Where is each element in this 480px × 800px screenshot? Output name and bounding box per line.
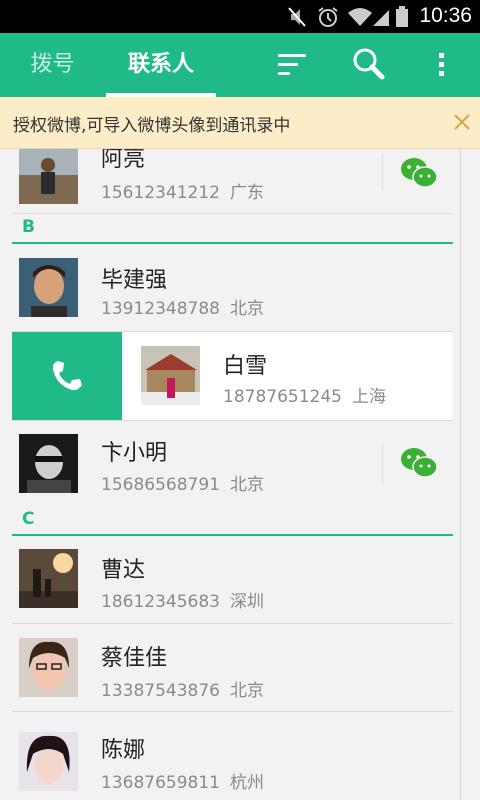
contact-name: 卞小明 (101, 441, 168, 466)
tab-contacts[interactable]: 联系人 (106, 33, 216, 97)
contact-list[interactable]: 阿亮 15612341212 广东 B 毕建强 13912348788 北京 白… (0, 149, 480, 800)
contact-name: 曹达 (101, 558, 146, 583)
battery-icon (396, 6, 408, 27)
contact-name: 陈娜 (101, 738, 146, 763)
contact-row[interactable]: 曹达 18612345683 深圳 (12, 536, 453, 624)
contact-name: 蔡佳佳 (101, 646, 168, 671)
scroll-track (460, 149, 461, 800)
avatar (19, 149, 78, 204)
contact-detail: 15612341212 广东 (101, 178, 264, 203)
top-bar: 拨号 联系人 (0, 33, 480, 97)
contact-name: 毕建强 (101, 268, 168, 293)
contact-city: 北京 (229, 299, 264, 319)
contact-phone: 13912348788 (101, 299, 220, 319)
contact-city: 北京 (229, 475, 264, 495)
search-icon[interactable] (352, 47, 386, 81)
divider (382, 444, 383, 484)
contact-city: 深圳 (229, 592, 264, 612)
mute-icon (288, 7, 306, 27)
contact-city: 杭州 (229, 773, 264, 793)
wechat-icon[interactable] (400, 157, 438, 189)
contact-row[interactable]: 卞小明 15686568791 北京 (12, 421, 453, 509)
avatar (19, 638, 78, 697)
contact-row-swiped[interactable]: 白雪 18787651245 上海 (122, 332, 453, 420)
avatar (19, 549, 78, 608)
status-bar: 10:36 (0, 0, 480, 33)
contact-name: 白雪 (223, 354, 268, 379)
section-letter: C (22, 509, 35, 529)
avatar (19, 258, 78, 317)
section-letter: B (22, 217, 35, 237)
status-time: 10:36 (419, 4, 472, 27)
contact-phone: 15686568791 (101, 475, 220, 495)
contact-city: 北京 (229, 681, 264, 701)
contact-name: 阿亮 (101, 149, 146, 172)
avatar (19, 434, 78, 493)
phone-icon (52, 361, 82, 391)
contact-phone: 15612341212 (101, 183, 220, 203)
weibo-import-banner[interactable]: 授权微博,可导入微博头像到通讯录中 (0, 97, 480, 149)
alarm-icon (318, 7, 338, 27)
contact-phone: 13687659811 (101, 773, 220, 793)
section-header: B (12, 211, 453, 244)
contact-row[interactable]: 阿亮 15612341212 广东 (12, 149, 453, 219)
contact-detail: 13912348788 北京 (101, 294, 264, 319)
contact-detail: 13687659811 杭州 (101, 768, 264, 793)
contact-phone: 18787651245 (223, 387, 342, 407)
contact-detail: 15686568791 北京 (101, 470, 264, 495)
contact-row[interactable]: 毕建强 13912348788 北京 (12, 244, 453, 332)
tab-dial[interactable]: 拨号 (0, 33, 105, 97)
avatar (19, 732, 78, 791)
contact-city: 上海 (351, 387, 386, 407)
contact-city: 广东 (229, 183, 264, 203)
section-header: C (12, 503, 453, 536)
wifi-icon (348, 8, 372, 26)
sort-icon[interactable] (278, 47, 308, 81)
contact-phone: 13387543876 (101, 681, 220, 701)
overflow-menu-icon[interactable] (436, 47, 446, 81)
contact-phone: 18612345683 (101, 592, 220, 612)
divider (382, 153, 383, 191)
contact-row[interactable]: 陈娜 13687659811 杭州 (12, 712, 453, 800)
contact-detail: 13387543876 北京 (101, 676, 264, 701)
contact-detail: 18787651245 上海 (223, 382, 386, 407)
contact-row[interactable]: 蔡佳佳 13387543876 北京 (12, 624, 453, 712)
wechat-icon[interactable] (400, 447, 438, 479)
signal-icon (373, 10, 389, 26)
close-icon[interactable] (453, 113, 471, 131)
call-action-button[interactable] (12, 332, 122, 420)
contact-detail: 18612345683 深圳 (101, 587, 264, 612)
banner-text: 授权微博,可导入微博头像到通讯录中 (13, 116, 291, 136)
avatar (141, 346, 200, 405)
